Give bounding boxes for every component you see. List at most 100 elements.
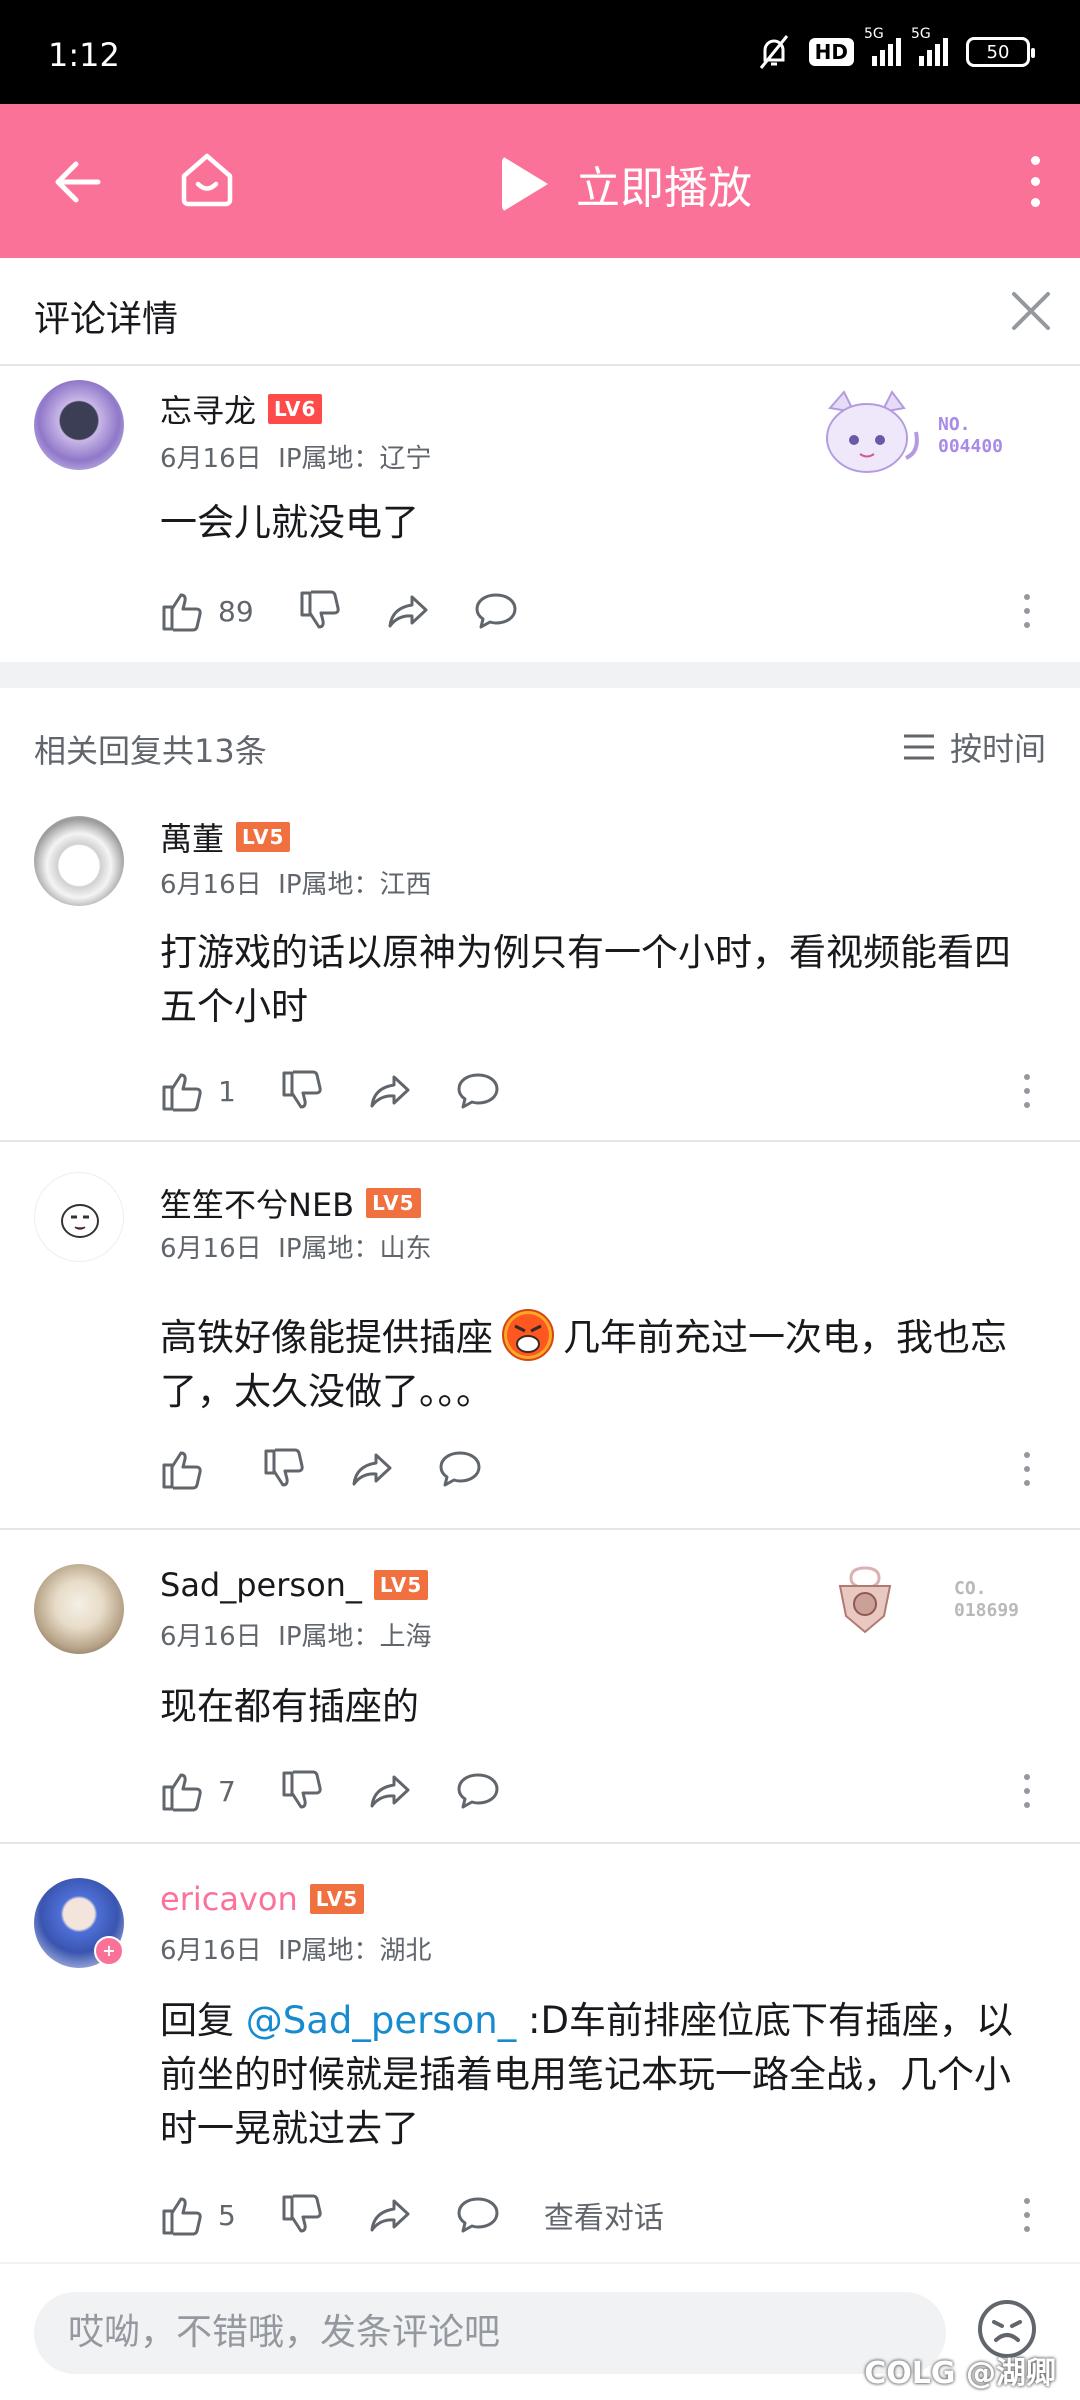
reply-button[interactable]: [474, 589, 518, 633]
like-button[interactable]: 1: [160, 1069, 236, 1113]
signal-icon-2: 5G: [911, 26, 948, 66]
crest-badge-icon: [838, 1566, 892, 1634]
share-button[interactable]: [350, 1447, 394, 1491]
view-conversation-button[interactable]: 查看对话: [544, 2193, 664, 2237]
username-row: 笙笙不兮NEB LV5: [160, 1180, 421, 1226]
dislike-button[interactable]: [262, 1447, 306, 1491]
play-now-label: 立即播放: [576, 163, 752, 214]
avatar[interactable]: [34, 816, 124, 906]
share-button[interactable]: [368, 1769, 412, 1813]
comment-text: 一会儿就没电了: [160, 501, 419, 544]
thumbs-down-icon: [300, 590, 340, 629]
comment-date: 6月16日: [160, 1936, 262, 1966]
level-badge: LV6: [268, 394, 323, 424]
back-arrow-icon[interactable]: [50, 152, 110, 212]
fan-badge[interactable]: NO. 004400: [810, 388, 1003, 484]
sort-by-time-button[interactable]: 按时间: [902, 724, 1046, 770]
mute-bell-icon: [759, 35, 788, 69]
level-badge: LV5: [366, 1188, 421, 1218]
share-arrow-icon: [370, 1775, 410, 1808]
angry-emoji-icon: [501, 1308, 555, 1362]
reply-button[interactable]: [456, 1069, 500, 1113]
share-button[interactable]: [368, 1069, 412, 1113]
like-count: 89: [218, 594, 254, 628]
comment-actions: [160, 1444, 526, 1494]
reply-button[interactable]: [456, 1769, 500, 1813]
username-row: ericavon LV5: [160, 1880, 365, 1918]
comment-meta: 6月16日 IP属地：湖北: [160, 1930, 432, 1967]
sort-list-icon: [903, 734, 934, 760]
comment-detail-header: 评论详情: [0, 258, 1080, 366]
anime-girl-badge-icon: [826, 390, 919, 473]
share-arrow-icon: [370, 2199, 410, 2232]
username-row: 忘寻龙 LV6: [160, 386, 323, 432]
thumbs-down-icon: [282, 2194, 322, 2233]
dislike-button[interactable]: [280, 1769, 324, 1813]
speech-bubble-icon: [439, 1451, 481, 1487]
reply-item: + ericavon LV5 6月16日 IP属地：湖北 回复 @Sad_per…: [0, 1844, 1080, 2262]
share-arrow-icon: [370, 1075, 410, 1108]
username[interactable]: ericavon: [160, 1880, 298, 1918]
more-options-icon[interactable]: [1024, 594, 1030, 628]
more-options-icon[interactable]: [1024, 2198, 1030, 2232]
more-menu-icon[interactable]: [1031, 156, 1040, 207]
username[interactable]: 笙笙不兮NEB: [160, 1180, 354, 1226]
play-now-button[interactable]: 立即播放: [502, 152, 752, 216]
fan-badge-number: CO. 018699: [954, 1578, 1020, 1621]
root-comment: 忘寻龙 LV6 6月16日 IP属地：辽宁 NO. 004400 一会儿就没电了…: [0, 366, 1080, 662]
comment-actions: 5 查看对话: [160, 2190, 664, 2240]
speech-bubble-icon: [475, 593, 517, 629]
ip-location: IP属地：江西: [278, 870, 432, 900]
dislike-button[interactable]: [280, 1069, 324, 1113]
comment-actions: 89: [160, 586, 562, 636]
share-button[interactable]: [386, 589, 430, 633]
avatar[interactable]: [34, 1564, 124, 1654]
reply-button[interactable]: [438, 1447, 482, 1491]
like-button[interactable]: [160, 1447, 218, 1491]
comment-text: 现在都有插座的: [160, 1685, 419, 1728]
ip-location: IP属地：湖北: [278, 1936, 432, 1966]
reply-button[interactable]: [456, 2193, 500, 2237]
app-bar: 立即播放: [0, 104, 1080, 258]
reply-item: Sad_person_ LV5 6月16日 IP属地：上海 CO. 018699…: [0, 1530, 1080, 1842]
comment-date: 6月16日: [160, 870, 262, 900]
close-icon[interactable]: [1006, 286, 1056, 336]
thumbs-up-icon: [162, 1773, 202, 1812]
dislike-button[interactable]: [298, 589, 342, 633]
username[interactable]: 忘寻龙: [160, 386, 256, 432]
comment-meta: 6月16日 IP属地：江西: [160, 864, 432, 901]
comment-input[interactable]: 哎呦，不错哦，发条评论吧: [34, 2292, 946, 2374]
page-title: 评论详情: [34, 299, 179, 340]
like-button[interactable]: 5: [160, 2193, 236, 2237]
cartoon-face-icon: [61, 1204, 99, 1238]
home-icon[interactable]: [176, 148, 238, 210]
more-options-icon[interactable]: [1024, 1452, 1030, 1486]
comment-actions: 1: [160, 1066, 544, 1116]
vip-badge-icon: +: [94, 1936, 124, 1966]
dislike-button[interactable]: [280, 2193, 324, 2237]
like-button[interactable]: 89: [160, 589, 254, 633]
mention-link[interactable]: @Sad_person_: [246, 1999, 516, 2042]
thumbs-down-icon: [282, 1070, 322, 1109]
signal-icon: 5G: [864, 26, 901, 66]
thumbs-down-icon: [282, 1770, 322, 1809]
share-arrow-icon: [388, 595, 428, 628]
avatar[interactable]: [34, 1172, 124, 1262]
like-button[interactable]: 7: [160, 1769, 236, 1813]
comment-input-bar: 哎呦，不错哦，发条评论吧 COLG @湖卿: [0, 2262, 1080, 2400]
reply-item: 笙笙不兮NEB LV5 6月16日 IP属地：山东 高铁好像能提供插座 几年前充…: [0, 1142, 1080, 1528]
comment-text: 打游戏的话以原神为例只有一个小时，看视频能看四五个小时: [160, 931, 1011, 1028]
username[interactable]: Sad_person_: [160, 1566, 362, 1604]
status-time: 1:12: [48, 36, 120, 74]
more-options-icon[interactable]: [1024, 1774, 1030, 1808]
like-count: 5: [218, 2198, 236, 2232]
username[interactable]: 萬董: [160, 814, 224, 860]
username-row: Sad_person_ LV5: [160, 1566, 429, 1604]
avatar[interactable]: [34, 380, 124, 470]
fan-badge[interactable]: CO. 018699: [820, 1564, 1019, 1636]
more-options-icon[interactable]: [1024, 1074, 1030, 1108]
share-button[interactable]: [368, 2193, 412, 2237]
comment-text: 回复 @Sad_person_ :D车前排座位底下有插座，以前坐的时候就是插着电…: [160, 1999, 1013, 2150]
status-bar: 1:12 HD 5G 5G 50: [0, 0, 1080, 104]
replies-header: 相关回复共13条 按时间: [0, 688, 1080, 806]
